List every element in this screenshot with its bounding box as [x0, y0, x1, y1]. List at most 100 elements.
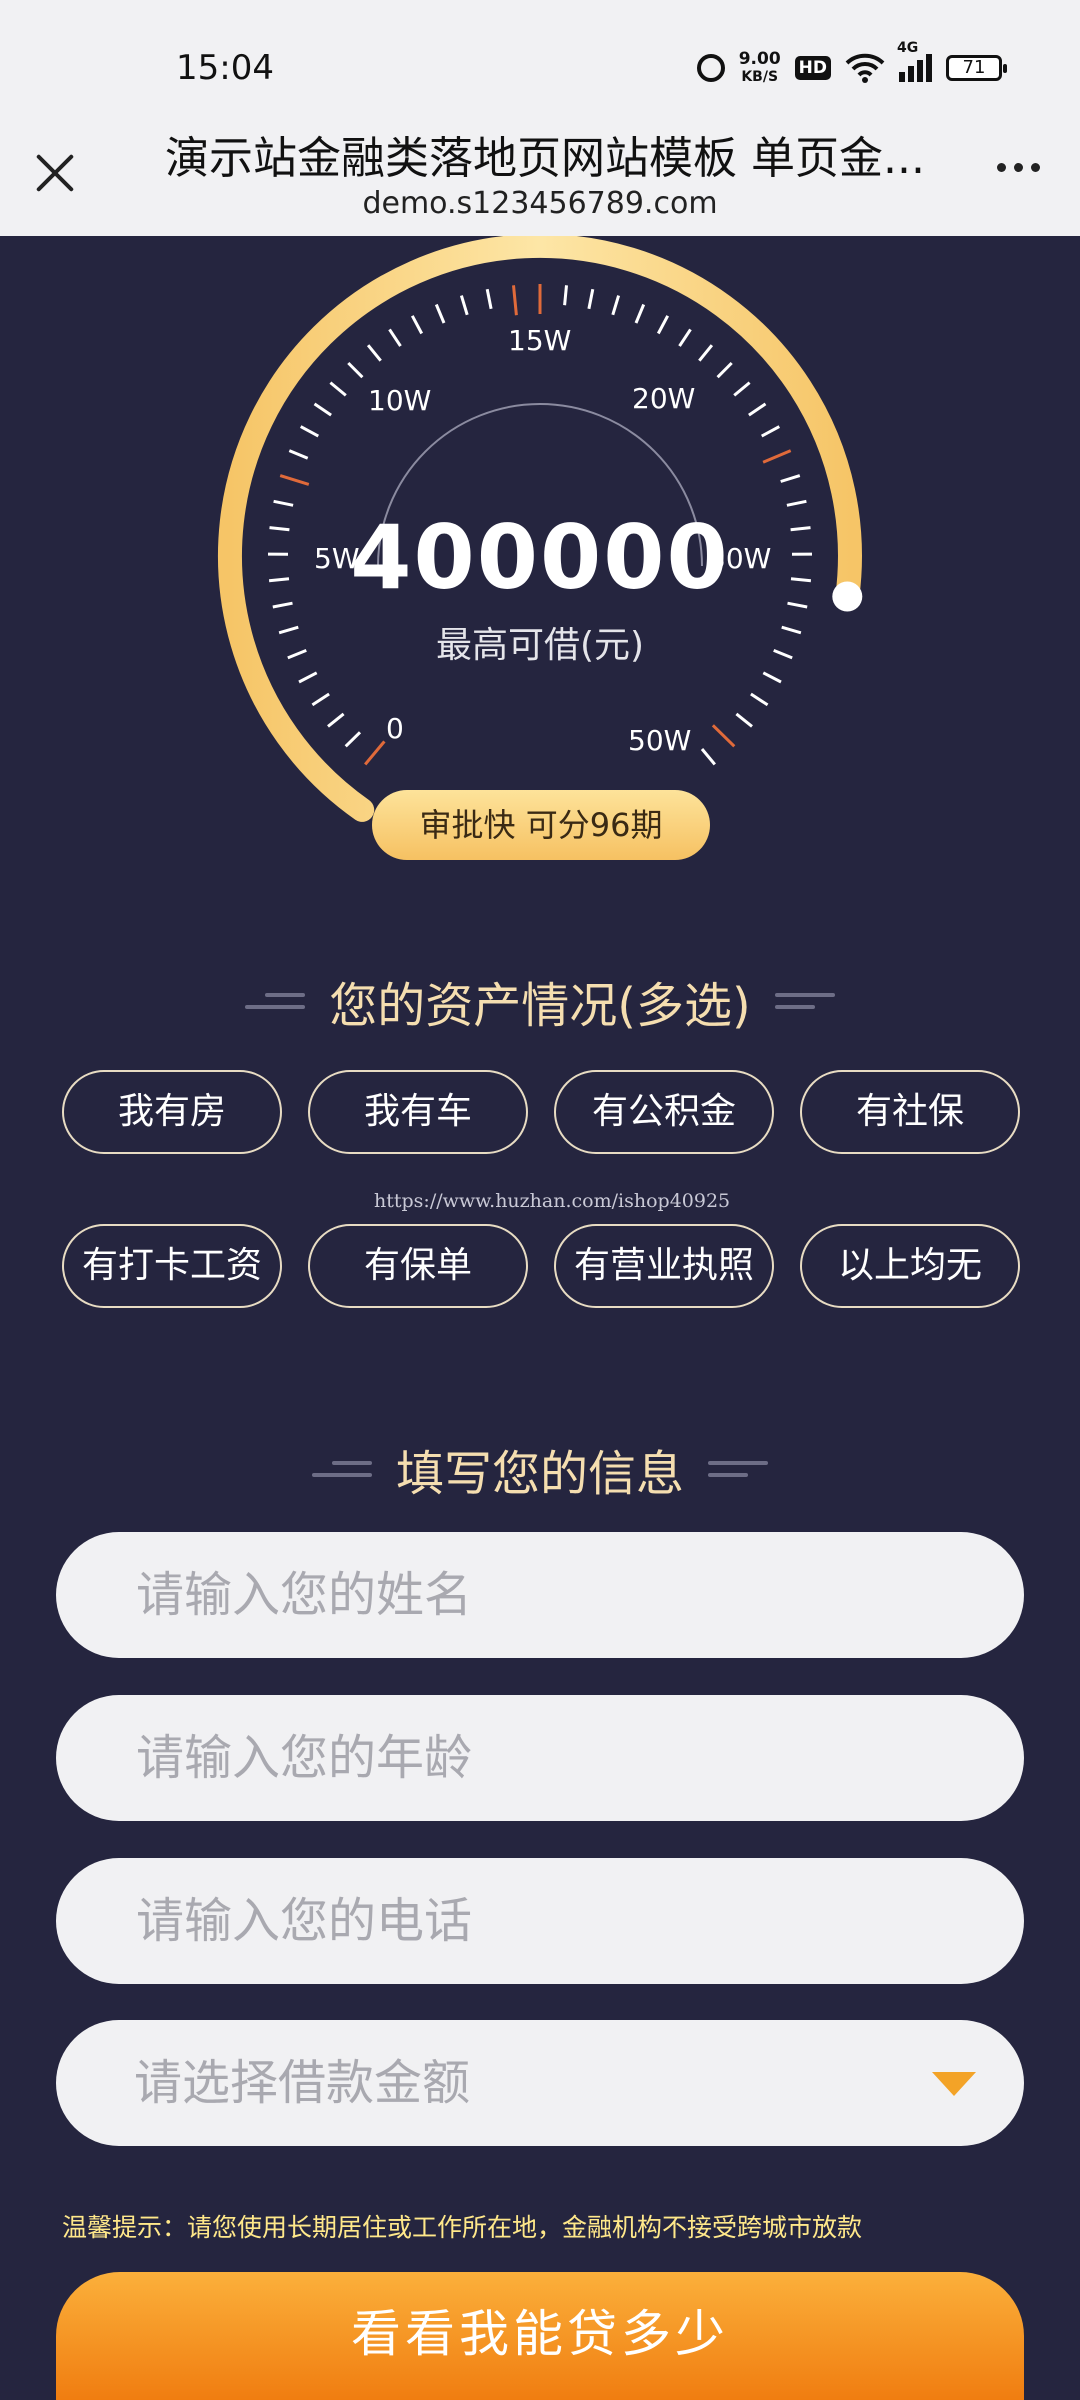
- asset-option-none[interactable]: 以上均无: [800, 1224, 1020, 1308]
- gauge-tick-mark: [656, 315, 670, 335]
- gauge-tick-mark: [750, 692, 769, 707]
- asset-option-house[interactable]: 我有房: [62, 1070, 282, 1154]
- form-heading-text: 填写您的信息: [395, 1446, 684, 1502]
- net-speed-value: 9.00: [738, 49, 781, 69]
- wifi-icon: [845, 53, 885, 83]
- net-speed-unit: KB/S: [741, 69, 779, 85]
- form-heading: 填写您的信息: [0, 1434, 1080, 1504]
- gauge-tick-mark: [512, 285, 518, 316]
- gauge-tick-mark: [735, 712, 753, 728]
- alarm-icon: [696, 54, 725, 82]
- gauge-tick-mark: [279, 474, 310, 486]
- gauge-tick-mark: [311, 692, 330, 707]
- name-input[interactable]: [134, 1566, 958, 1624]
- phone-input[interactable]: [134, 1892, 958, 1950]
- phone-field[interactable]: [56, 1858, 1024, 1984]
- gauge-tick-mark: [299, 425, 320, 438]
- network-type: 4G: [897, 40, 919, 56]
- gauge-tick-mark: [716, 361, 733, 379]
- asset-option-business-license[interactable]: 有营业执照: [554, 1224, 774, 1308]
- gauge-tick-mark: [268, 577, 290, 583]
- gauge-tick-mark: [780, 474, 801, 483]
- signal-icon: 4G: [897, 40, 932, 82]
- gauge-tick-mark: [287, 649, 307, 660]
- gauge-tick-mark: [762, 671, 782, 684]
- asset-options: 我有房 我有车 有公积金 有社保 有打卡工资 有保单 有营业执照 以上均无: [62, 1070, 1020, 1308]
- page-title: 演示站金融类落地页网站模板 单页金...: [165, 133, 925, 184]
- chevron-down-icon: [932, 2072, 976, 2096]
- warm-tip: 温馨提示：请您使用长期居住或工作所在地，金融机构不接受跨城市放款: [62, 2213, 863, 2242]
- heading-ornament-right: [774, 993, 835, 1009]
- heading-ornament-left: [311, 1461, 372, 1477]
- gauge-tick-mark: [760, 425, 781, 438]
- gauge-knob: [832, 581, 863, 612]
- gauge-tick-mark: [781, 625, 802, 635]
- gauge-tick-mark: [298, 671, 318, 684]
- name-field[interactable]: [56, 1532, 1024, 1658]
- tick-label-50w: 50W: [628, 724, 692, 757]
- asset-option-social-security[interactable]: 有社保: [800, 1070, 1020, 1154]
- assets-heading: 您的资产情况(多选): [0, 966, 1080, 1036]
- gauge-tick-mark: [733, 381, 751, 397]
- max-loan-caption: 最高可借(元): [435, 625, 645, 666]
- gauge-tick-mark: [711, 724, 736, 748]
- assets-heading-text: 您的资产情况(多选): [329, 978, 751, 1034]
- asset-option-salary[interactable]: 有打卡工资: [62, 1224, 282, 1308]
- loan-amount-select[interactable]: 请选择借款金额: [56, 2020, 1024, 2146]
- gauge-tick-mark: [288, 449, 309, 460]
- gauge-tick-mark: [700, 748, 716, 766]
- gauge-tick-mark: [329, 381, 347, 397]
- gauge-tick-mark: [273, 499, 294, 507]
- gauge-tick-mark: [563, 285, 568, 306]
- max-loan-value: 400000: [350, 506, 730, 609]
- net-speed: 9.00 KB/S: [739, 50, 781, 86]
- watermark: https://www.huzhan.com/ishop40925: [374, 1190, 731, 1212]
- age-input[interactable]: [134, 1729, 958, 1787]
- browser-chrome: 15:04 9.00 KB/S HD 4G 71 演示站金融类落地页网站模板 单…: [0, 0, 1080, 236]
- gauge-tick-mark: [698, 344, 714, 362]
- gauge-tick-mark: [327, 712, 345, 728]
- gauge-tick-mark: [790, 526, 811, 532]
- submit-button[interactable]: 看看我能贷多少: [56, 2272, 1024, 2400]
- gauge-tick-mark: [773, 649, 793, 660]
- asset-option-car[interactable]: 我有车: [308, 1070, 528, 1154]
- gauge-tick-mark: [611, 295, 621, 316]
- page-url: demo.s123456789.com: [362, 186, 718, 221]
- tick-label-20w: 20W: [632, 382, 696, 415]
- loan-amount-placeholder: 请选择借款金额: [134, 2055, 471, 2111]
- status-icons: 9.00 KB/S HD 4G 71: [696, 40, 1007, 86]
- gauge-tick-mark: [762, 449, 792, 464]
- tick-label-0: 0: [386, 712, 404, 745]
- battery-icon: 71: [946, 55, 1007, 81]
- heading-ornament-left: [245, 993, 306, 1009]
- status-time: 15:04: [176, 48, 274, 88]
- heading-ornament-right: [708, 1461, 768, 1477]
- gauge-tick-mark: [272, 601, 293, 609]
- gauge-tick-mark: [278, 625, 299, 635]
- gauge-tick-mark: [634, 303, 646, 324]
- asset-option-insurance[interactable]: 有保单: [308, 1224, 528, 1308]
- loan-gauge: 0 5W 10W 15W 20W 30W 50W 400000 最高可借(元) …: [0, 236, 1080, 876]
- asset-option-housing-fund[interactable]: 有公积金: [554, 1070, 774, 1154]
- gauge-tick-mark: [269, 526, 290, 532]
- gauge-tick-mark: [787, 601, 808, 609]
- gauge-tick-mark: [366, 344, 382, 362]
- gauge-tick-mark: [410, 315, 424, 335]
- gauge-tick-mark: [790, 577, 812, 583]
- gauge-tick-mark: [313, 402, 332, 417]
- age-field[interactable]: [56, 1695, 1024, 1821]
- gauge-tick-mark: [678, 328, 692, 347]
- tick-label-15w: 15W: [508, 324, 572, 357]
- gauge-tick-mark: [485, 288, 493, 310]
- gauge-tick-mark: [459, 295, 469, 316]
- approval-badge: 审批快 可分96期: [372, 790, 710, 860]
- more-dots-icon[interactable]: [997, 163, 1040, 172]
- gauge-tick-mark: [347, 361, 364, 379]
- gauge-tick-mark: [344, 731, 362, 748]
- gauge-tick-mark: [587, 288, 595, 310]
- gauge-tick-mark: [364, 740, 386, 766]
- tick-label-10w: 10W: [368, 384, 432, 417]
- hd-badge: HD: [794, 56, 831, 80]
- gauge-tick-mark: [434, 303, 446, 324]
- close-icon[interactable]: [30, 148, 80, 198]
